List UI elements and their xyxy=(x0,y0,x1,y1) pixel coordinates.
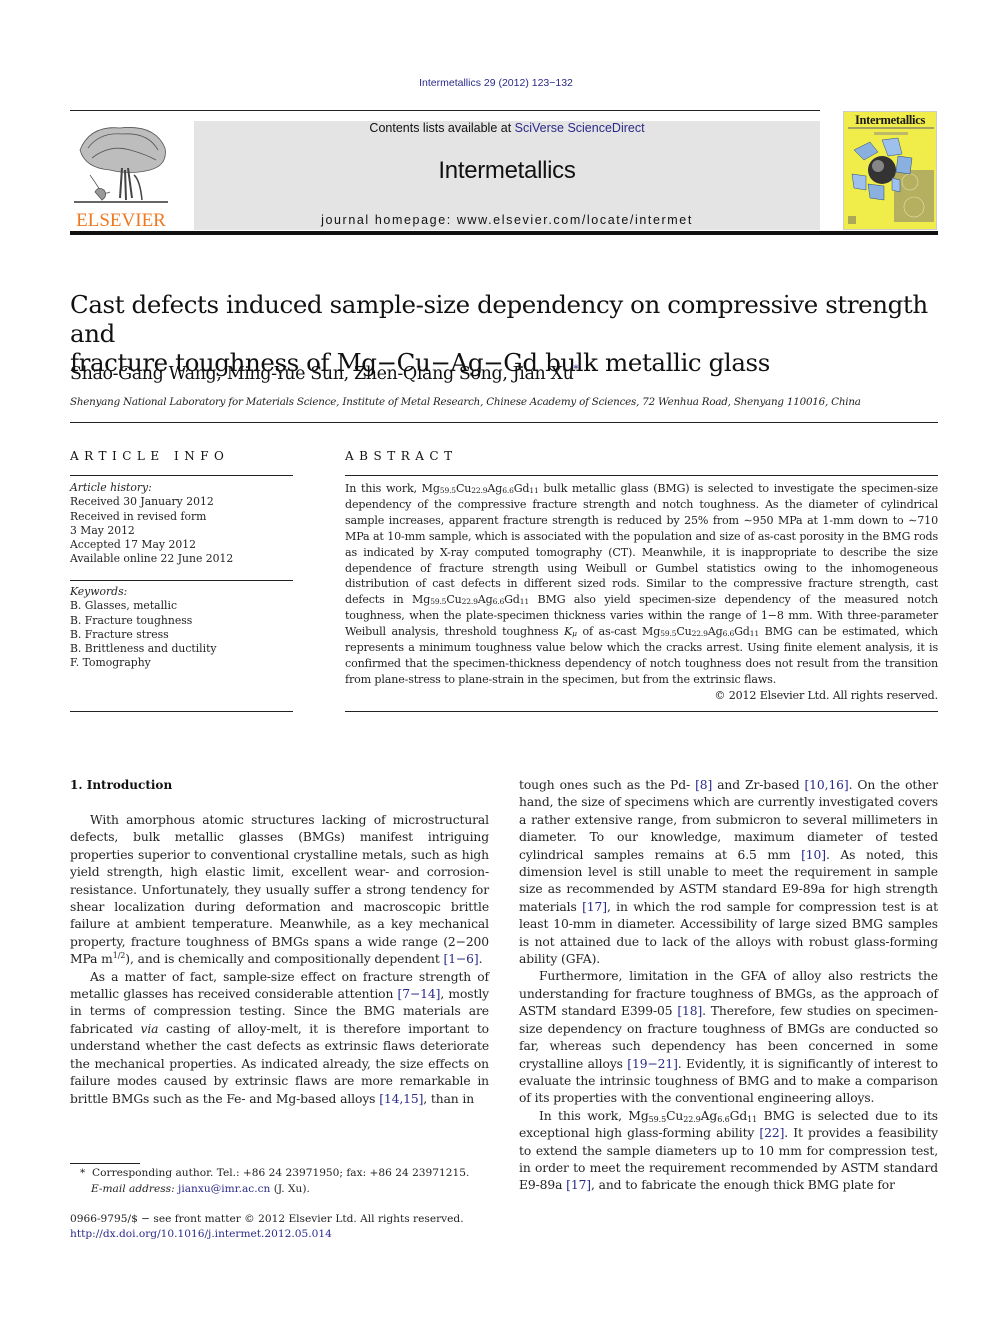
history-item: 3 May 2012 xyxy=(70,523,135,537)
article-info-rule-bottom xyxy=(70,711,293,712)
paragraph: tough ones such as the Pd- [8] and Zr-ba… xyxy=(519,778,939,967)
journal-masthead: Contents lists available at SciVerse Sci… xyxy=(194,121,820,230)
journal-homepage: journal homepage: www.elsevier.com/locat… xyxy=(194,213,820,227)
keywords-label: Keywords: xyxy=(70,585,128,598)
k-mu-symbol: Kμ xyxy=(564,625,577,639)
abstract-text: of as-cast xyxy=(576,625,643,639)
journal-cover-image[interactable]: Intermetallics xyxy=(843,111,937,230)
footnote-mark: * xyxy=(80,1167,86,1179)
history-label: Article history: xyxy=(70,481,152,494)
reference-link[interactable]: [10] xyxy=(801,848,826,862)
footnote-text: Corresponding author. Tel.: +86 24 23971… xyxy=(92,1167,470,1179)
front-matter: 0966-9795/$ − see front matter © 2012 El… xyxy=(70,1212,490,1241)
reference-link[interactable]: [17] xyxy=(566,1178,591,1192)
article-info-heading: ARTICLE INFO xyxy=(70,449,230,463)
abstract-rule-bottom xyxy=(345,711,938,712)
email-link[interactable]: jianxu@imr.ac.cn xyxy=(178,1183,270,1195)
elsevier-wordmark: ELSEVIER xyxy=(76,210,166,231)
reference-link[interactable]: [22] xyxy=(759,1126,784,1140)
paragraph: Furthermore, limitation in the GFA of al… xyxy=(519,969,938,1106)
abstract-text: In this work, xyxy=(345,482,422,495)
reference-link[interactable]: [10,16] xyxy=(804,778,848,792)
paragraph: With amorphous atomic structures lacking… xyxy=(70,813,489,967)
reference-link[interactable]: [8] xyxy=(695,778,712,792)
email-label: E-mail address: xyxy=(91,1182,175,1195)
body-column-right: tough ones such as the Pd- [8] and Zr-ba… xyxy=(519,777,938,1195)
journal-citation[interactable]: Intermetallics 29 (2012) 123−132 xyxy=(0,77,992,89)
alloy-formula: Mg59.5Cu22.9Ag6.6Gd11 xyxy=(421,482,539,495)
body-column-left: With amorphous atomic structures lacking… xyxy=(70,812,489,1108)
keyword-item: B. Glasses, metallic xyxy=(70,599,177,613)
abstract-body: In this work, Mg59.5Cu22.9Ag6.6Gd11 bulk… xyxy=(345,481,938,704)
reference-link[interactable]: [14,15] xyxy=(379,1092,423,1106)
reference-link[interactable]: [17] xyxy=(582,900,607,914)
reference-link[interactable]: [7−14] xyxy=(398,987,441,1001)
homepage-prefix: journal homepage: xyxy=(321,213,457,227)
corresponding-author-mark[interactable]: * xyxy=(573,364,578,375)
section-heading-introduction: 1. Introduction xyxy=(70,778,173,792)
abstract-rule-top xyxy=(345,475,938,476)
abstract-text: bulk metallic glass (BMG) is selected to… xyxy=(345,482,939,607)
article-info-rule-mid xyxy=(70,580,293,581)
contents-prefix: Contents lists available at xyxy=(369,121,515,135)
history-item: Available online 22 June 2012 xyxy=(70,552,234,566)
keyword-item: F. Tomography xyxy=(70,656,151,670)
author-list: Shao-Gang Wang, Ming-Yue Sun, Zhen-Qiang… xyxy=(70,364,578,384)
homepage-link[interactable]: www.elsevier.com/locate/intermet xyxy=(457,213,693,227)
citation-link[interactable]: Intermetallics 29 (2012) 123−132 xyxy=(419,77,573,89)
history-item: Accepted 17 May 2012 xyxy=(70,538,196,552)
keyword-item: B. Brittleness and ductility xyxy=(70,642,217,656)
paragraph: As a matter of fact, sample-size effect … xyxy=(70,969,489,1106)
abstract-heading: ABSTRACT xyxy=(345,449,458,463)
abstract-copyright: © 2012 Elsevier Ltd. All rights reserved… xyxy=(714,688,938,702)
footnote-rule xyxy=(70,1163,140,1164)
reference-link[interactable]: [18] xyxy=(677,1004,702,1018)
issn-line: 0966-9795/$ − see front matter © 2012 El… xyxy=(70,1213,464,1225)
elsevier-logo[interactable]: ELSEVIER xyxy=(70,120,172,232)
reference-link[interactable]: [19−21] xyxy=(627,1057,678,1071)
alloy-formula: Mg59.5Cu22.9Ag6.6Gd11 xyxy=(628,1108,758,1124)
alloy-formula: Mg59.5Cu22.9Ag6.6Gd11 xyxy=(642,625,760,639)
doi-link[interactable]: http://dx.doi.org/10.1016/j.intermet.201… xyxy=(70,1227,490,1242)
keyword-item: B. Fracture toughness xyxy=(70,613,193,627)
journal-name: Intermetallics xyxy=(438,157,576,184)
elsevier-tree-icon xyxy=(74,127,168,203)
affiliation-rule xyxy=(70,422,938,423)
keyword-item: B. Fracture stress xyxy=(70,627,169,641)
sciencedirect-link[interactable]: SciVerse ScienceDirect xyxy=(515,121,645,135)
header-top-rule xyxy=(70,110,820,111)
contents-line: Contents lists available at SciVerse Sci… xyxy=(194,121,820,135)
alloy-formula: Mg59.5Cu22.9Ag6.6Gd11 xyxy=(412,593,529,607)
affiliation: Shenyang National Laboratory for Materia… xyxy=(70,396,861,408)
history-item: Received 30 January 2012 xyxy=(70,495,214,509)
title-line-1: Cast defects induced sample-size depende… xyxy=(70,290,928,348)
email-suffix: (J. Xu). xyxy=(270,1182,310,1195)
history-item: Received in revised form xyxy=(70,509,207,523)
article-info-rule-top xyxy=(70,475,293,476)
article-info-block: Article history: Received 30 January 201… xyxy=(70,481,293,567)
corresponding-author-footnote: * Corresponding author. Tel.: +86 24 239… xyxy=(70,1166,490,1197)
cover-artwork-icon xyxy=(848,127,934,224)
keywords-block: Keywords: B. Glasses, metallic B. Fractu… xyxy=(70,585,293,671)
reference-link[interactable]: [1−6] xyxy=(444,952,479,966)
header-thick-rule xyxy=(70,231,938,235)
authors-text: Shao-Gang Wang, Ming-Yue Sun, Zhen-Qiang… xyxy=(70,364,574,384)
paragraph: In this work, Mg59.5Cu22.9Ag6.6Gd11 BMG … xyxy=(519,1108,938,1193)
